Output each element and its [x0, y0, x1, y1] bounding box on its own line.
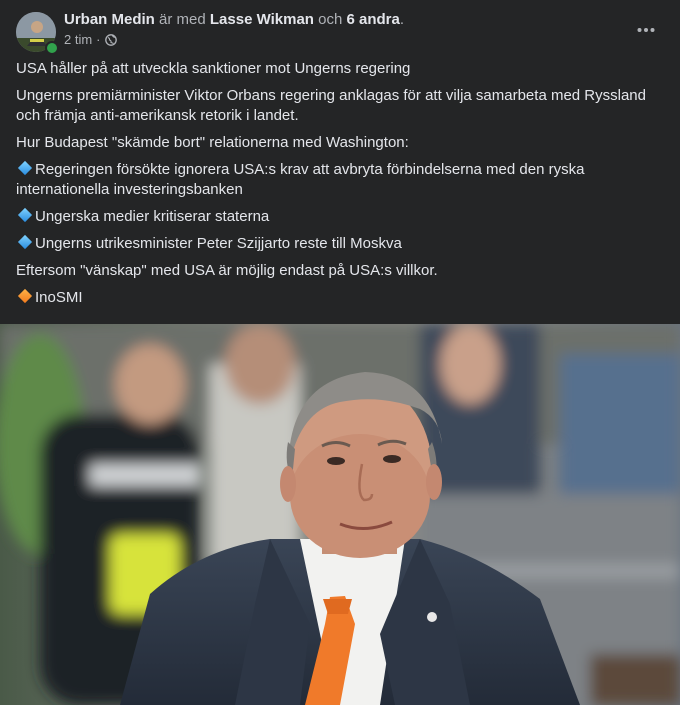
blue-diamond-icon	[17, 160, 33, 176]
meta-separator: ·	[96, 32, 101, 47]
more-dots-icon	[637, 28, 655, 32]
post-meta: 2 tim ·	[64, 32, 117, 48]
tagged-person-link[interactable]: Lasse Wikman	[210, 11, 314, 28]
globe-icon[interactable]	[104, 34, 117, 46]
post-title-line: Urban Medin är med Lasse Wikman och 6 an…	[64, 11, 404, 29]
post-photo-illustration	[0, 324, 680, 705]
and-text: och	[318, 11, 343, 28]
online-status-dot	[45, 41, 59, 55]
facebook-post: Urban Medin är med Lasse Wikman och 6 an…	[0, 0, 680, 705]
blue-diamond-icon	[17, 234, 33, 250]
source-text: InoSMI	[35, 289, 83, 306]
orange-diamond-icon	[17, 288, 33, 304]
post-text-line: Ungerns premiärminister Viktor Orbans re…	[16, 87, 646, 124]
post-photo[interactable]	[0, 324, 680, 705]
post-time-link[interactable]: 2 tim	[64, 32, 92, 48]
bullet-text: Ungerska medier kritiserar staterna	[35, 208, 270, 225]
author-name-link[interactable]: Urban Medin	[64, 11, 155, 28]
bullet-item: Ungerns utrikesminister Peter Szijjarto …	[16, 234, 664, 254]
bullet-text: Ungerns utrikesminister Peter Szijjarto …	[35, 235, 402, 252]
post-header: Urban Medin är med Lasse Wikman och 6 an…	[0, 0, 680, 56]
bullet-item: Regeringen försökte ignorera USA:s krav …	[16, 160, 664, 200]
others-link[interactable]: 6 andra	[346, 11, 399, 28]
post-text-line: Eftersom "vänskap" med USA är möjlig end…	[16, 262, 438, 279]
post-body: USA håller på att utveckla sanktioner mo…	[0, 59, 680, 308]
blue-diamond-icon	[17, 207, 33, 223]
post-text-line: Hur Budapest "skämde bort" relationerna …	[16, 134, 409, 151]
source-line: InoSMI	[16, 288, 664, 308]
bullet-text: Regeringen försökte ignorera USA:s krav …	[16, 161, 585, 198]
title-end-punct: .	[399, 11, 405, 28]
with-text: är med	[159, 11, 206, 28]
more-options-button[interactable]	[632, 16, 660, 44]
post-text-line: USA håller på att utveckla sanktioner mo…	[16, 60, 411, 77]
bullet-item: Ungerska medier kritiserar staterna	[16, 207, 664, 227]
